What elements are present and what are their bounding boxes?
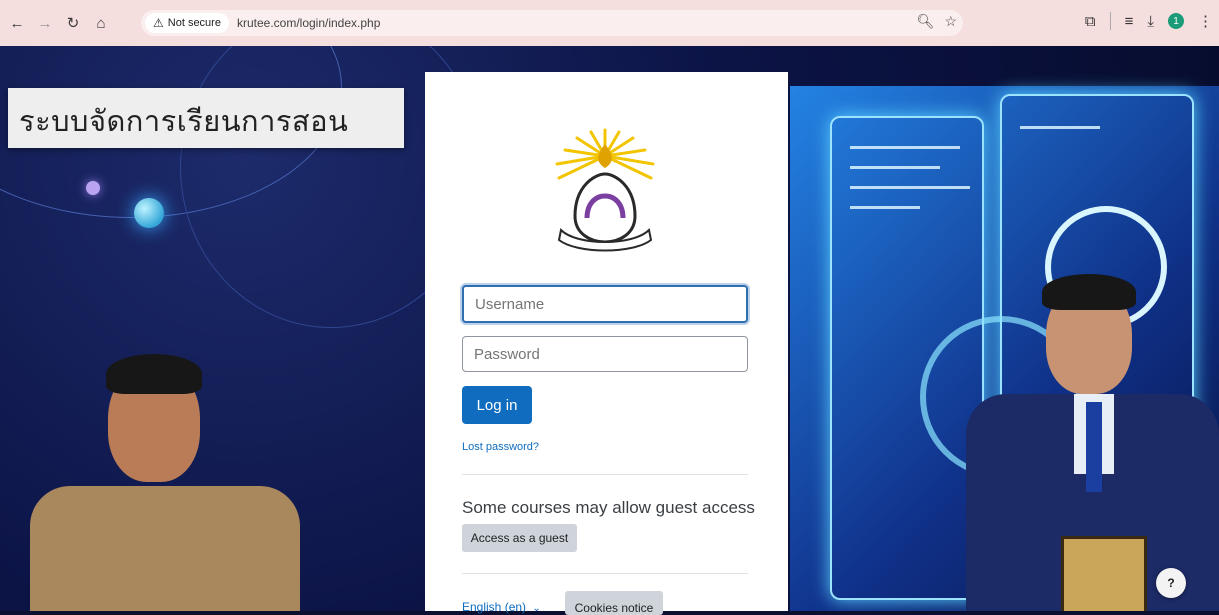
password-field[interactable] (462, 336, 748, 372)
chevron-down-icon: ⌄ (532, 603, 541, 614)
person-left-photo (30, 346, 300, 611)
hair (1042, 274, 1136, 310)
login-card: Log in Lost password? Some courses may a… (425, 72, 788, 615)
guest-access-heading: Some courses may allow guest access (462, 498, 755, 517)
menu-kebab-icon[interactable]: ⋮ (1198, 12, 1213, 30)
language-label: English ‎(en)‎ (462, 600, 527, 614)
extensions-icon[interactable]: ⧉ (1085, 13, 1096, 30)
school-logo (555, 128, 655, 252)
tech-line (850, 166, 940, 169)
award-plaque (1061, 536, 1147, 611)
username-field[interactable] (462, 285, 748, 323)
tech-line (850, 146, 960, 149)
browser-toolbar: ← → ↻ ⌂ ⚠ Not secure krutee.com/login/in… (0, 0, 1219, 46)
lost-password-link[interactable]: Lost password? (462, 441, 539, 453)
guest-access-button[interactable]: Access as a guest (462, 524, 577, 552)
toolbar-divider (1109, 12, 1111, 30)
zoom-icon[interactable]: 🔍︎ (917, 13, 935, 30)
security-label: Not secure (167, 17, 221, 29)
address-bar[interactable]: ⚠ Not secure krutee.com/login/index.php … (141, 10, 963, 36)
warning-triangle-icon: ⚠ (153, 16, 164, 30)
reading-list-icon[interactable]: ≡ (1125, 13, 1134, 30)
url-text[interactable]: krutee.com/login/index.php (237, 16, 380, 30)
page-title: ระบบจัดการเรียนการสอน (19, 106, 349, 138)
title-banner: ระบบจัดการเรียนการสอน (8, 88, 404, 148)
tech-line (850, 186, 970, 189)
language-selector[interactable]: English ‎(en)‎ ⌄ (462, 600, 541, 614)
reload-icon[interactable]: ↻ (62, 12, 84, 34)
security-chip[interactable]: ⚠ Not secure (145, 13, 229, 33)
person-right-photo (966, 274, 1219, 611)
help-button[interactable]: ? (1156, 568, 1186, 598)
planet-small (86, 181, 100, 195)
login-button[interactable]: Log in (462, 386, 532, 424)
back-arrow-icon[interactable]: ← (6, 12, 28, 34)
home-icon[interactable]: ⌂ (90, 12, 112, 34)
planet-blue (134, 198, 164, 228)
download-icon[interactable]: ⤓ (1147, 13, 1154, 30)
hair (106, 354, 202, 394)
divider (462, 474, 748, 475)
tech-line (850, 206, 920, 209)
forward-arrow-icon[interactable]: → (34, 12, 56, 34)
divider (462, 573, 748, 574)
bookmark-star-icon[interactable]: ☆ (944, 13, 957, 30)
tie (1086, 402, 1102, 492)
tech-line (1020, 126, 1100, 129)
cookies-notice-button[interactable]: Cookies notice (565, 591, 663, 615)
profile-avatar[interactable]: 1 (1168, 13, 1184, 29)
uniform (30, 486, 300, 611)
